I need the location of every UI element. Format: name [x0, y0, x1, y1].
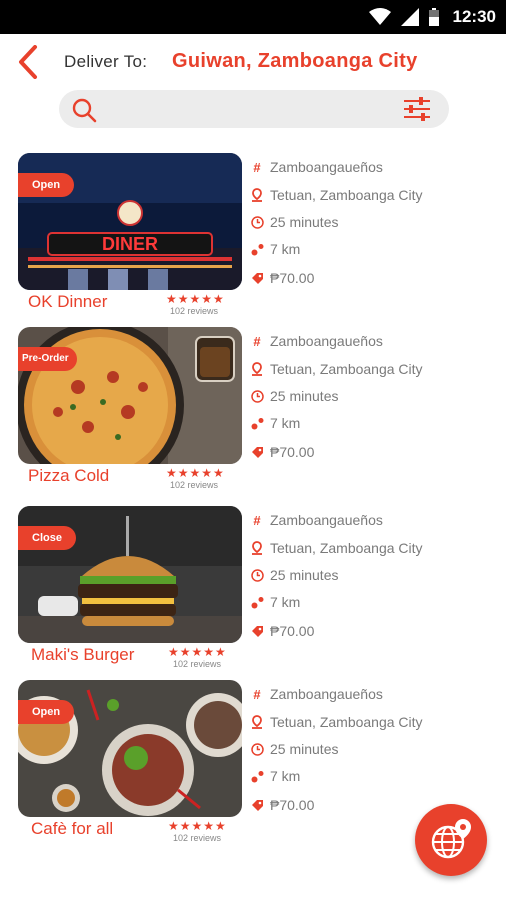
map-location-fab[interactable] — [415, 804, 487, 876]
distance-text: 7 km — [270, 594, 301, 610]
delivery-time-text: 25 minutes — [270, 214, 339, 230]
clock-icon — [250, 389, 264, 403]
distance-text: 7 km — [270, 768, 301, 784]
price-text: ₱70.00 — [270, 444, 315, 460]
price-tag-icon — [250, 798, 264, 812]
review-count: 102 reviews — [173, 833, 222, 843]
restaurant-name[interactable]: Cafè for all — [31, 819, 113, 839]
clock-icon — [250, 742, 264, 756]
review-count: 102 reviews — [170, 480, 219, 490]
map-pin-icon — [250, 715, 264, 729]
clock-time: 12:30 — [452, 7, 496, 26]
delivery-time-text: 25 minutes — [270, 388, 339, 404]
price-text: ₱70.00 — [270, 797, 315, 813]
price-tag-icon — [250, 445, 264, 459]
battery-icon — [428, 8, 439, 26]
status-badge: Open — [18, 173, 75, 197]
price-tag-icon — [250, 624, 264, 638]
restaurant-card[interactable]: Close Maki's Burger ★★★★★ 102 reviews # Z… — [0, 506, 506, 681]
delivery-time-text: 25 minutes — [270, 567, 339, 583]
category-text: Zamboangaueños — [270, 686, 383, 702]
deliver-to-label: Deliver To: — [64, 52, 148, 71]
category-text: Zamboangaueños — [270, 333, 383, 349]
restaurant-image[interactable]: Open — [18, 680, 242, 817]
wifi-icon — [368, 8, 391, 25]
diner-sign: DINER — [102, 234, 158, 254]
app-header: Deliver To: Guiwan, Zamboanga City — [0, 34, 506, 90]
review-count: 102 reviews — [170, 306, 219, 316]
restaurant-card[interactable]: Pre-Order Pizza Cold ★★★★★ 102 reviews #… — [0, 327, 506, 502]
restaurant-image[interactable]: DINER Open — [18, 153, 242, 290]
rating-stars: ★★★★★ — [166, 466, 225, 480]
clock-icon — [250, 215, 264, 229]
chevron-left-icon — [19, 45, 37, 79]
rating-stars: ★★★★★ — [166, 292, 225, 306]
price-tag-icon — [250, 271, 264, 285]
price-text: ₱70.00 — [270, 270, 315, 286]
category-text: Zamboangaueños — [270, 512, 383, 528]
price-text: ₱70.00 — [270, 623, 315, 639]
search-icon[interactable] — [71, 97, 97, 123]
rating-stars: ★★★★★ — [168, 645, 227, 659]
route-icon — [250, 242, 264, 256]
restaurant-image[interactable]: Pre-Order — [18, 327, 242, 464]
back-button[interactable] — [12, 44, 44, 80]
hash-icon: # — [253, 512, 261, 528]
delivery-time-text: 25 minutes — [270, 741, 339, 757]
filter-sliders-icon[interactable] — [403, 96, 431, 122]
hash-icon: # — [253, 333, 261, 349]
category-text: Zamboangaueños — [270, 159, 383, 175]
globe-location-icon — [431, 819, 471, 859]
map-pin-icon — [250, 362, 264, 376]
status-icons: 12:30 — [368, 5, 496, 29]
status-bar: 12:30 — [0, 0, 506, 34]
restaurant-image[interactable]: Close — [18, 506, 242, 643]
location-text: Tetuan, Zamboanga City — [270, 361, 423, 377]
status-badge: Pre-Order — [18, 347, 77, 371]
review-count: 102 reviews — [173, 659, 222, 669]
status-badge: Open — [18, 700, 75, 724]
hash-icon: # — [253, 686, 261, 702]
location-text: Tetuan, Zamboanga City — [270, 540, 423, 556]
distance-text: 7 km — [270, 241, 301, 257]
status-badge: Close — [18, 526, 76, 550]
route-icon — [250, 769, 264, 783]
map-pin-icon — [250, 188, 264, 202]
rating-stars: ★★★★★ — [168, 819, 227, 833]
restaurant-name[interactable]: Maki's Burger — [31, 645, 134, 665]
map-pin-icon — [250, 541, 264, 555]
restaurant-name[interactable]: OK Dinner — [28, 292, 107, 312]
location-text: Tetuan, Zamboanga City — [270, 187, 423, 203]
restaurant-card[interactable]: DINER Open OK Dinner ★★★★★ 102 reviews #… — [0, 153, 506, 328]
distance-text: 7 km — [270, 415, 301, 431]
route-icon — [250, 416, 264, 430]
clock-icon — [250, 568, 264, 582]
hash-icon: # — [253, 159, 261, 175]
route-icon — [250, 595, 264, 609]
restaurant-name[interactable]: Pizza Cold — [28, 466, 109, 486]
signal-icon — [400, 8, 419, 26]
search-bar[interactable] — [59, 90, 449, 128]
delivery-location[interactable]: Guiwan, Zamboanga City — [172, 50, 418, 73]
location-text: Tetuan, Zamboanga City — [270, 714, 423, 730]
